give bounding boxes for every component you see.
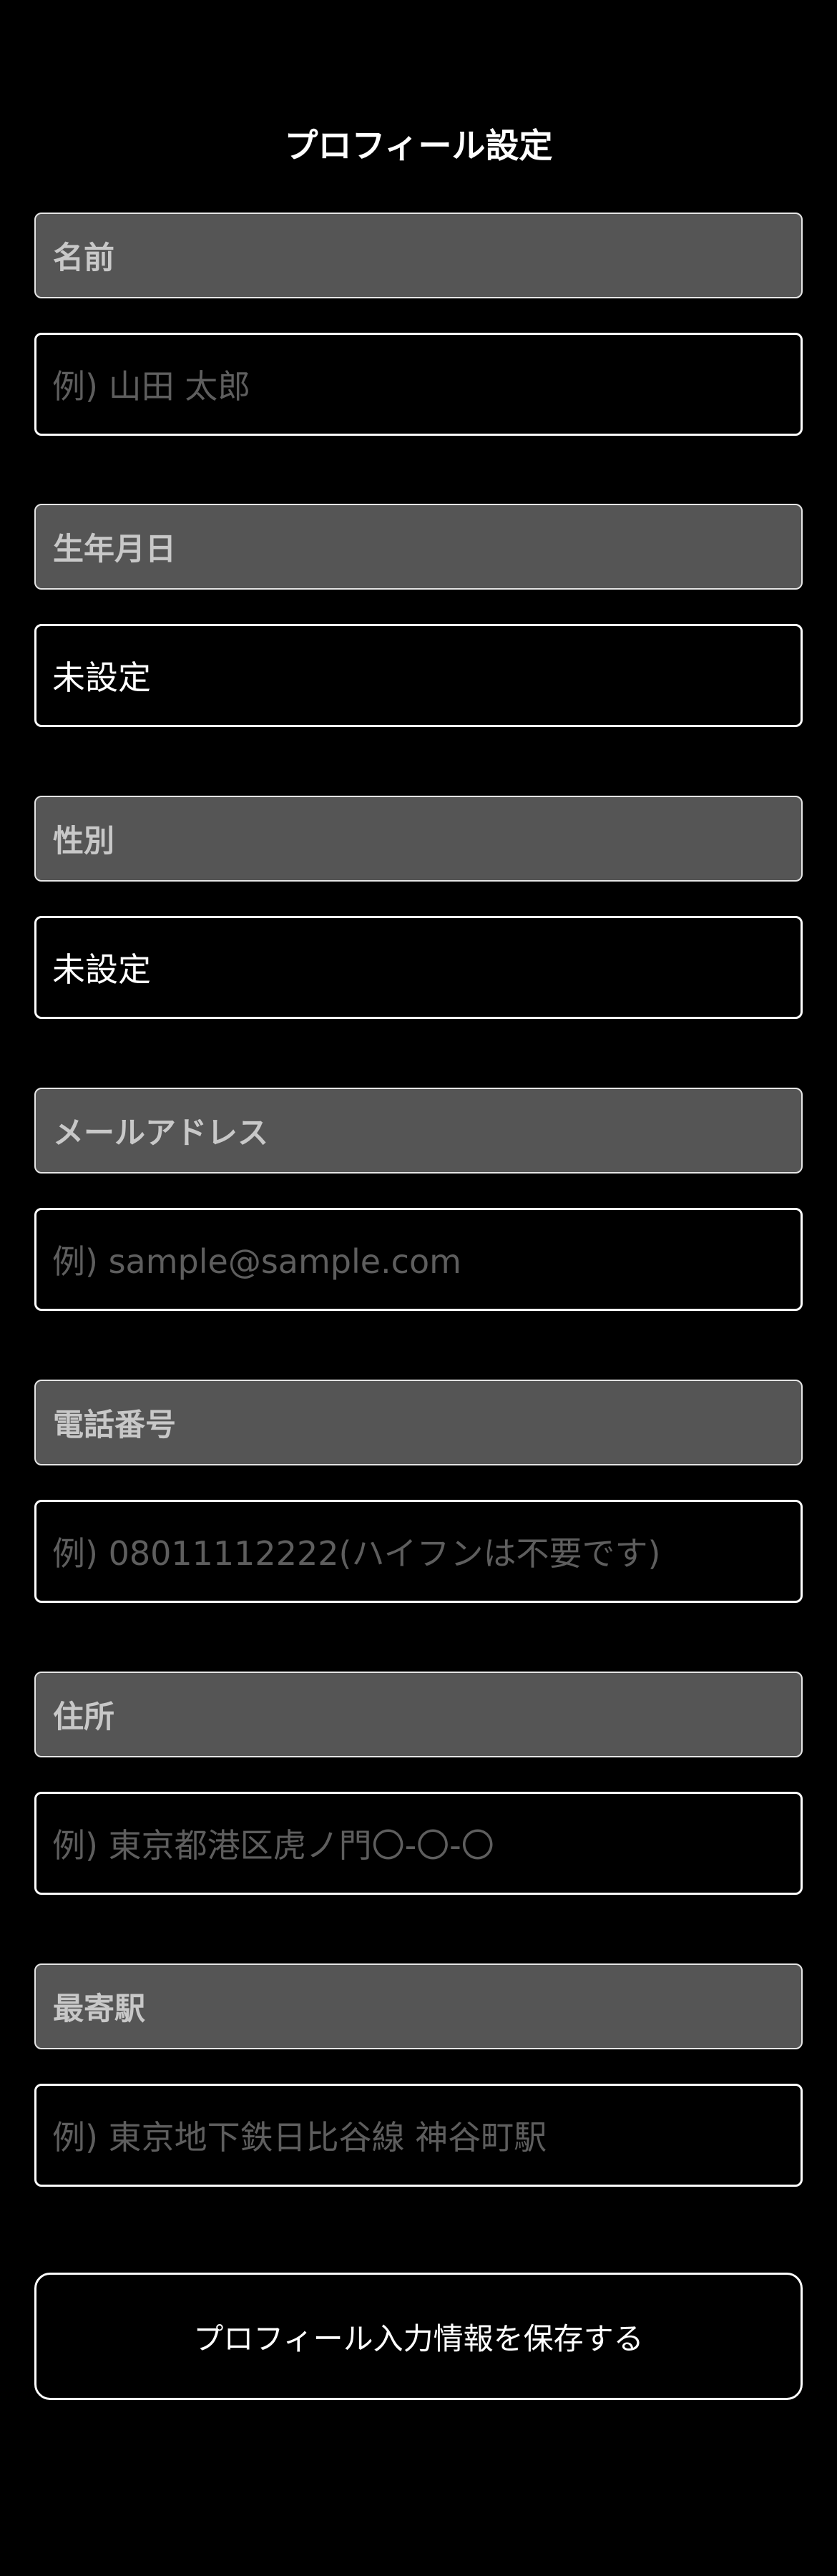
email-field-group: メールアドレス 例) sample@sample.com: [34, 1088, 803, 1311]
gender-label: 性別: [34, 796, 803, 882]
nearest-station-input[interactable]: 例) 東京地下鉄日比谷線 神谷町駅: [34, 2084, 803, 2187]
name-label: 名前: [34, 213, 803, 298]
birthdate-label: 生年月日: [34, 504, 803, 590]
name-field-group: 名前 例) 山田 太郎: [34, 213, 803, 436]
phone-field-group: 電話番号 例) 08011112222(ハイフンは不要です): [34, 1380, 803, 1603]
page-title: プロフィール設定: [284, 127, 553, 166]
phone-input[interactable]: 例) 08011112222(ハイフンは不要です): [34, 1500, 803, 1603]
phone-label: 電話番号: [34, 1380, 803, 1465]
address-field-group: 住所 例) 東京都港区虎ノ門〇-〇-〇: [34, 1672, 803, 1895]
save-profile-button[interactable]: プロフィール入力情報を保存する: [34, 2273, 803, 2400]
birthdate-field-group: 生年月日 未設定: [34, 504, 803, 727]
address-input[interactable]: 例) 東京都港区虎ノ門〇-〇-〇: [34, 1792, 803, 1895]
name-input[interactable]: 例) 山田 太郎: [34, 333, 803, 436]
gender-select[interactable]: 未設定: [34, 916, 803, 1019]
gender-field-group: 性別 未設定: [34, 796, 803, 1019]
birthdate-select[interactable]: 未設定: [34, 624, 803, 727]
address-label: 住所: [34, 1672, 803, 1757]
nearest-station-label: 最寄駅: [34, 1963, 803, 2049]
nearest-station-field-group: 最寄駅 例) 東京地下鉄日比谷線 神谷町駅: [34, 1963, 803, 2187]
email-label: メールアドレス: [34, 1088, 803, 1174]
email-input[interactable]: 例) sample@sample.com: [34, 1208, 803, 1311]
